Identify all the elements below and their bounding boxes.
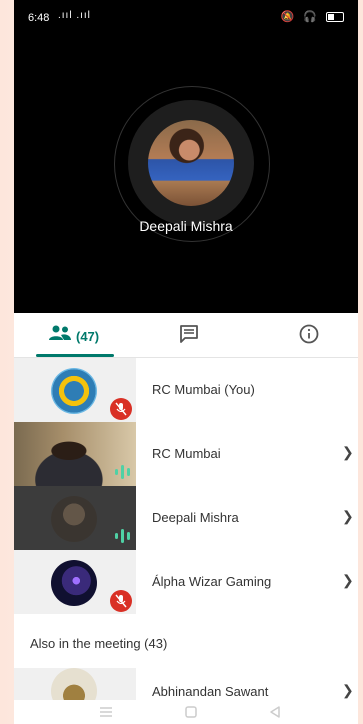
call-view[interactable]: 6:48 .ııl .ııl 🔕 🎧 Deepali Mishra <box>14 0 358 313</box>
participant-row[interactable]: Deepali Mishra ❯ <box>14 486 358 550</box>
speaker-avatar <box>148 120 234 206</box>
chevron-right-icon[interactable]: ❯ <box>342 444 354 461</box>
avatar <box>51 368 97 414</box>
participant-tile <box>14 486 136 550</box>
status-time: 6:48 <box>28 12 50 24</box>
chevron-right-icon[interactable]: ❯ <box>342 682 354 699</box>
tab-indicator <box>36 354 114 357</box>
people-count: (47) <box>76 329 100 344</box>
avatar <box>51 668 97 700</box>
speaking-icon <box>115 529 130 543</box>
avatar <box>51 560 97 606</box>
status-bar: 6:48 .ııl .ııl 🔕 🎧 <box>14 0 358 30</box>
home-icon[interactable] <box>184 705 198 719</box>
participant-name: RC Mumbai (You) <box>152 382 255 397</box>
battery-icon <box>326 12 344 23</box>
participant-name: Álpha Wizar Gaming <box>152 574 272 589</box>
participant-tile <box>14 422 136 486</box>
tab-bar: (47) <box>14 313 358 358</box>
speaker-name: Deepali Mishra <box>139 218 233 234</box>
participant-row[interactable]: RC Mumbai (You) <box>14 358 358 422</box>
participant-tile <box>14 668 136 700</box>
people-icon <box>49 325 71 340</box>
tab-people[interactable]: (47) <box>36 313 114 357</box>
participant-row[interactable]: Abhinandan Sawant ❯ <box>14 668 358 700</box>
status-right-icons: 🔕 🎧 <box>280 10 344 23</box>
mute-icon: 🔕 <box>280 11 298 23</box>
participant-tile <box>14 550 136 614</box>
headphones-icon: 🎧 <box>303 11 320 23</box>
participant-name: Deepali Mishra <box>152 510 239 525</box>
chevron-right-icon[interactable]: ❯ <box>342 508 354 525</box>
menu-icon[interactable] <box>98 706 114 718</box>
mic-off-icon <box>110 398 132 420</box>
speaking-icon <box>115 465 130 479</box>
participant-name: Abhinandan Sawant <box>152 684 269 699</box>
info-icon <box>299 324 319 344</box>
participant-tile <box>14 358 136 422</box>
chevron-right-icon[interactable]: ❯ <box>342 572 354 589</box>
signal-icon: .ııl .ııl <box>58 10 91 21</box>
meeting-screen: 6:48 .ııl .ııl 🔕 🎧 Deepali Mishra (47) R… <box>14 0 358 724</box>
chat-icon <box>180 325 198 343</box>
participant-row[interactable]: Álpha Wizar Gaming ❯ <box>14 550 358 614</box>
participant-name: RC Mumbai <box>152 446 221 461</box>
system-nav-bar <box>14 700 358 724</box>
participant-row[interactable]: RC Mumbai ❯ <box>14 422 358 486</box>
avatar <box>51 496 97 542</box>
back-icon[interactable] <box>268 705 282 719</box>
also-in-meeting-header: Also in the meeting (43) <box>30 636 168 651</box>
mic-off-icon <box>110 590 132 612</box>
